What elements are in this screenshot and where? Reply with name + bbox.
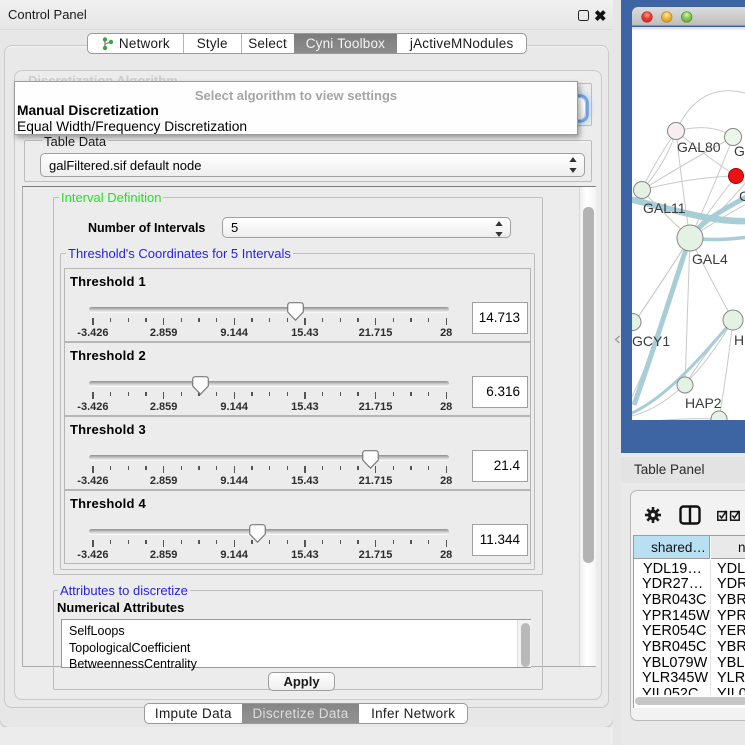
svg-text:GCY1: GCY1 <box>632 333 670 349</box>
svg-text:H: H <box>734 332 744 348</box>
svg-text:C: C <box>739 188 745 204</box>
svg-text:GAL4: GAL4 <box>692 251 728 267</box>
svg-text:GAL80: GAL80 <box>677 139 721 155</box>
svg-text:GAL11: GAL11 <box>643 200 686 216</box>
svg-text:GA: GA <box>734 143 745 159</box>
svg-text:HAP2: HAP2 <box>685 395 722 411</box>
